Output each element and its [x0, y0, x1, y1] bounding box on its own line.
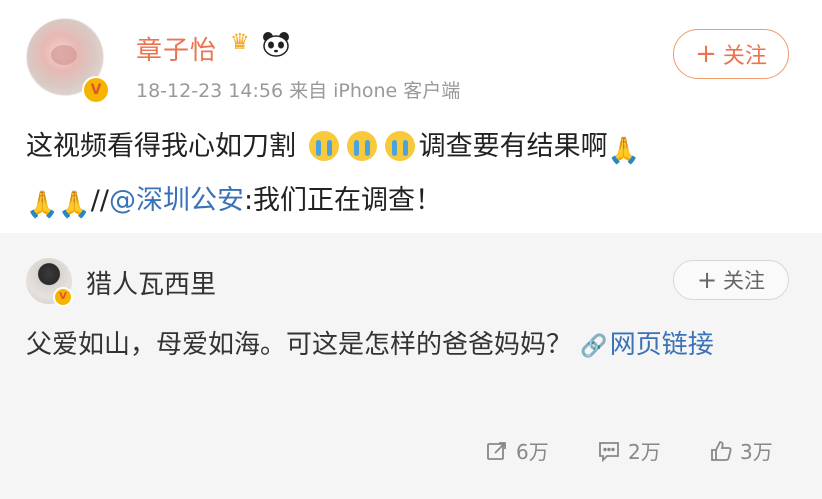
thumbs-up-icon — [711, 440, 732, 461]
comment-body: 父爱如山，母爱如海。可这是怎样的爸爸妈妈？ — [26, 330, 573, 360]
pray-emoji-icon: 🙏 — [58, 190, 91, 220]
post-text-part: 这视频看得我心如刀割 — [26, 131, 296, 162]
verified-badge-icon: V — [82, 76, 110, 104]
web-link-label: 网页链接 — [609, 330, 714, 360]
post-text: 这视频看得我心如刀割 调查要有结果啊🙏 🙏🙏//@深圳公安:我们正在调查！ — [26, 122, 796, 230]
commenter-name[interactable]: 猎人瓦西里 — [86, 264, 216, 301]
comment-count: 2万 — [628, 440, 661, 464]
plus-icon: + — [696, 266, 718, 294]
like-count: 3万 — [740, 440, 773, 464]
share-button[interactable]: 6万 — [486, 436, 549, 465]
plus-icon: + — [695, 39, 717, 69]
comment-text: 父爱如山，母爱如海。可这是怎样的爸爸妈妈？ 🔗网页链接 — [26, 324, 796, 368]
follow-label: 关注 — [723, 269, 766, 293]
weibo-post: V 章子怡 ♛ 18-12-23 14:56 来自 iPhone 客户端 + 关… — [0, 0, 822, 232]
cry-emoji-icon — [346, 131, 377, 161]
post-text-part: :我们正在调查！ — [243, 185, 443, 216]
crown-icon: ♛ — [230, 30, 250, 55]
mention-link[interactable]: @深圳公安 — [109, 185, 244, 216]
like-button[interactable]: 3万 — [710, 436, 773, 465]
link-icon: 🔗 — [580, 334, 608, 359]
panda-icon — [263, 32, 289, 57]
post-text-part: 调查要有结果啊 — [418, 131, 608, 162]
verified-badge-icon: V — [53, 287, 73, 307]
follow-button[interactable]: + 关注 — [673, 29, 789, 79]
share-count: 6万 — [516, 440, 549, 464]
pray-emoji-icon: 🙏 — [26, 190, 59, 220]
author-name[interactable]: 章子怡 — [136, 30, 217, 67]
comment-icon — [599, 441, 619, 462]
comment-button[interactable]: 2万 — [598, 436, 661, 465]
repost-separator: // — [90, 185, 109, 216]
follow-label: 关注 — [722, 44, 767, 69]
action-bar: 6万 2万 3万 — [0, 436, 822, 466]
pray-emoji-icon: 🙏 — [607, 136, 640, 166]
follow-button-secondary[interactable]: + 关注 — [673, 260, 789, 300]
post-meta: 18-12-23 14:56 来自 iPhone 客户端 — [136, 80, 461, 102]
cry-emoji-icon — [308, 131, 339, 161]
cry-emoji-icon — [384, 131, 415, 161]
web-link[interactable]: 🔗网页链接 — [580, 330, 713, 360]
share-icon — [487, 441, 506, 460]
